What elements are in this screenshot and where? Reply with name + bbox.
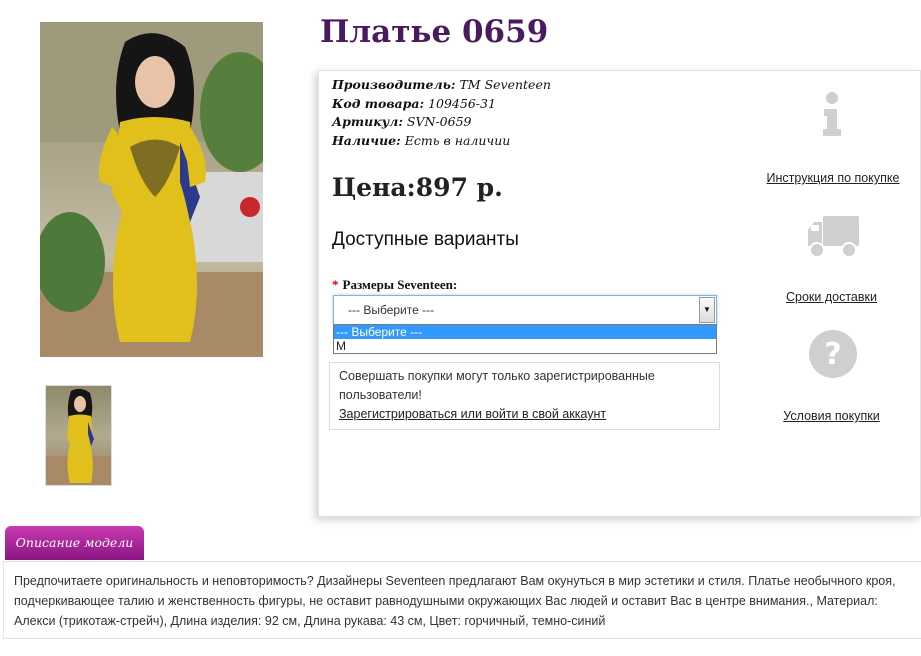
- size-dropdown-list[interactable]: --- Выберите --- M: [333, 324, 717, 354]
- manufacturer-label: Производитель:: [332, 77, 456, 92]
- product-description: Предпочитаете оригинальность и неповтори…: [3, 561, 921, 639]
- product-meta: Производитель: ТМ Seventeen Код товара: …: [332, 76, 551, 150]
- product-main-image[interactable]: [40, 22, 263, 357]
- info-icon[interactable]: [819, 91, 845, 137]
- availability-value: Есть в наличии: [404, 132, 511, 148]
- login-register-link[interactable]: Зарегистрироваться или войти в свой акка…: [339, 407, 606, 421]
- dress-photo-illustration: [40, 22, 263, 357]
- thumbnail-illustration: [46, 388, 111, 485]
- size-option[interactable]: --- Выберите ---: [334, 325, 716, 339]
- size-select-value: --- Выберите ---: [348, 303, 435, 317]
- availability-row: Наличие: Есть в наличии: [332, 132, 551, 151]
- product-info-panel: Производитель: ТМ Seventeen Код товара: …: [318, 70, 921, 517]
- options-title: Доступные варианты: [332, 229, 519, 250]
- sku-row: Артикул: SVN-0659: [332, 113, 551, 132]
- required-mark: *: [332, 277, 339, 292]
- sku-value: SVN-0659: [406, 114, 472, 129]
- question-icon[interactable]: ?: [808, 329, 858, 379]
- size-select[interactable]: --- Выберите --- ▼: [333, 295, 717, 325]
- purchase-terms-link[interactable]: Условия покупки: [769, 409, 894, 423]
- product-code-label: Код товара:: [332, 95, 425, 111]
- instructions-link[interactable]: Инструкция по покупке: [764, 171, 902, 185]
- product-code-value: 109456-31: [428, 95, 496, 111]
- size-label-text: Размеры Seventeen:: [342, 277, 458, 292]
- product-price: Цена:897 р.: [332, 173, 503, 202]
- product-code-row: Код товара: 109456-31: [332, 95, 551, 114]
- delivery-terms-link[interactable]: Сроки доставки: [774, 290, 889, 304]
- login-notice: Совершать покупки могут только зарегистр…: [329, 362, 720, 430]
- truck-icon[interactable]: [806, 212, 861, 260]
- manufacturer-row: Производитель: ТМ Seventeen: [332, 76, 551, 95]
- product-thumbnail[interactable]: [45, 385, 112, 486]
- product-title: Платье 0659: [320, 14, 549, 50]
- svg-text:?: ?: [824, 337, 841, 372]
- tab-description[interactable]: Описание модели: [5, 526, 144, 560]
- sku-label: Артикул:: [332, 114, 403, 129]
- manufacturer-value: ТМ Seventeen: [459, 77, 551, 92]
- size-label: * Размеры Seventeen:: [332, 277, 457, 293]
- size-option[interactable]: M: [334, 339, 716, 353]
- login-notice-text: Совершать покупки могут только зарегистр…: [339, 369, 655, 402]
- dropdown-arrow-icon[interactable]: ▼: [699, 297, 715, 323]
- availability-label: Наличие:: [332, 132, 401, 148]
